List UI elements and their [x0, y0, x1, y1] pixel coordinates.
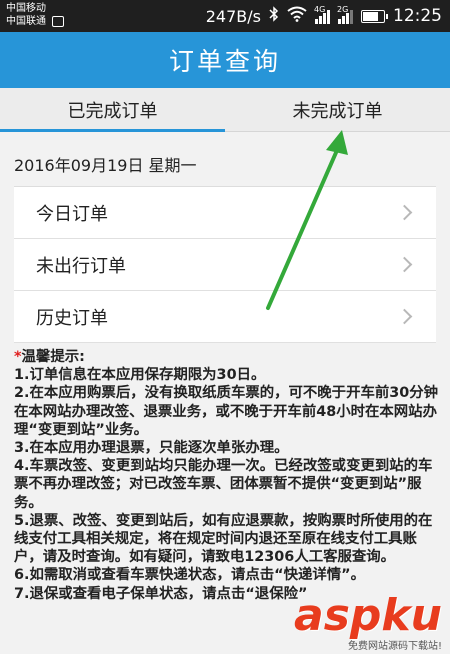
clock: 12:25: [393, 6, 442, 26]
chevron-right-icon: [396, 204, 413, 221]
tab-incomplete-orders[interactable]: 未完成订单: [225, 88, 450, 131]
signal-4g-icon: 4G: [314, 5, 330, 24]
status-bar: 中国移动 中国联通 247B/s 4G 2G 12:25: [0, 0, 450, 32]
watermark-logo: aspku 免费网站源码下载站!: [294, 590, 442, 653]
network-speed: 247B/s: [205, 6, 261, 26]
tips-heading: *温馨提示:: [14, 349, 85, 365]
carrier-info: 中国移动 中国联通: [6, 2, 64, 28]
tip-line: 1.订单信息在本应用保存期限为30日。: [14, 367, 266, 384]
carrier-2: 中国联通: [6, 16, 46, 27]
image-icon: [52, 16, 64, 27]
list-item-untraveled-orders[interactable]: 未出行订单: [14, 239, 436, 291]
tip-line: 6.如需取消或查看车票快递状态，请点击“快递详情”。: [14, 567, 365, 584]
carrier-1: 中国移动: [6, 3, 46, 14]
order-list: 今日订单 未出行订单 历史订单: [14, 186, 436, 343]
tip-line: 2.在本应用购票后，没有换取纸质车票的，可不晚于开车前30分钟在本网站办理改签、…: [14, 385, 439, 438]
tips-section: *温馨提示: 1.订单信息在本应用保存期限为30日。 2.在本应用购票后，没有换…: [14, 348, 442, 603]
signal-2g-icon: 2G: [337, 5, 353, 24]
tab-completed-orders[interactable]: 已完成订单: [0, 88, 225, 132]
list-item-today-orders[interactable]: 今日订单: [14, 187, 436, 239]
chevron-right-icon: [396, 256, 413, 273]
bluetooth-icon: [269, 5, 279, 27]
order-tabs: 已完成订单 未完成订单: [0, 88, 450, 132]
list-item-history-orders[interactable]: 历史订单: [14, 291, 436, 343]
tip-line: 3.在本应用办理退票，只能逐次单张办理。: [14, 440, 289, 457]
tip-line: 4.车票改签、变更到站均只能办理一次。已经改签或变更到站的车票不再办理改签；对已…: [14, 458, 433, 511]
tip-line: 5.退票、改签、变更到站后，如有应退票款，按购票时所使用的在线支付工具相关规定，…: [14, 512, 433, 566]
list-item-label: 历史订单: [36, 307, 108, 329]
chevron-right-icon: [396, 308, 413, 325]
battery-icon: [361, 9, 388, 23]
list-item-label: 未出行订单: [36, 255, 126, 277]
wifi-icon: [287, 6, 307, 27]
page-title: 订单查询: [0, 32, 450, 88]
current-date: 2016年09月19日 星期一: [14, 156, 197, 175]
list-item-label: 今日订单: [36, 203, 108, 225]
